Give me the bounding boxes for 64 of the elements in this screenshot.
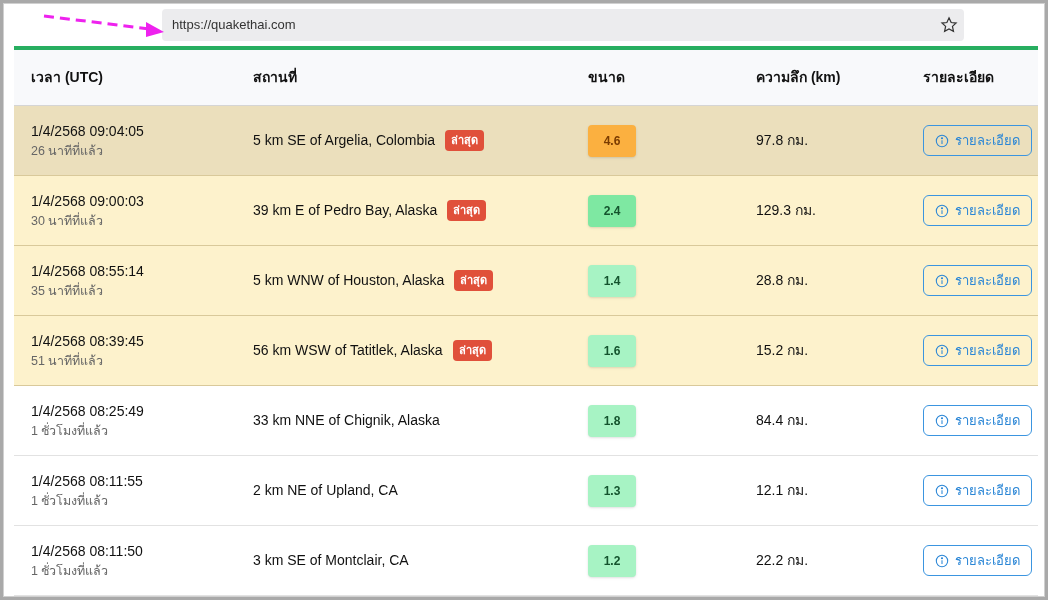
url-text: https://quakethai.com	[172, 16, 296, 35]
table-row[interactable]: 1/4/2568 09:00:03 30 นาทีที่แล้ว 39 km E of Pedro Bay, Alaska ล่าสุด 2.4 129.3 กม. รายละเอียด	[14, 176, 1038, 246]
place-text: 39 km E of Pedro Bay, Alaska	[253, 201, 438, 220]
depth-text: 12.1 กม.	[756, 481, 810, 500]
info-icon	[935, 483, 949, 498]
elapsed-text: 51 นาทีที่แล้ว	[31, 351, 105, 370]
depth-text: 84.4 กม.	[756, 411, 810, 430]
time-text: 1/4/2568 08:11:50	[31, 541, 144, 561]
column-header: รายละเอียด	[923, 68, 995, 88]
elapsed-text: 1 ชั่วโมงที่แล้ว	[31, 421, 110, 440]
column-header: สถานที่	[253, 67, 298, 88]
latest-badge: ล่าสุด	[445, 130, 485, 151]
details-button[interactable]: รายละเอียด	[923, 335, 1032, 366]
details-button[interactable]: รายละเอียด	[923, 195, 1032, 226]
time-text: 1/4/2568 08:11:55	[31, 471, 144, 491]
column-header: เวลา (UTC)	[31, 68, 104, 88]
details-button[interactable]: รายละเอียด	[923, 265, 1032, 296]
info-icon	[935, 133, 949, 148]
column-header: ความลึก (km)	[756, 68, 842, 88]
magnitude-badge: 1.6	[588, 334, 636, 367]
info-icon	[935, 343, 949, 358]
elapsed-text: 26 นาทีที่แล้ว	[31, 141, 105, 160]
address-bar[interactable]: https://quakethai.com	[162, 9, 964, 42]
place-text: 5 km WNW of Houston, Alaska	[253, 271, 445, 290]
elapsed-text: 35 นาทีที่แล้ว	[31, 281, 105, 300]
column-header: ขนาด	[588, 68, 626, 88]
magnitude-badge: 1.2	[588, 544, 636, 577]
table-row[interactable]: 1/4/2568 08:39:45 51 นาทีที่แล้ว 56 km WSW of Tatitlek, Alaska ล่าสุด 1.6 15.2 กม. รายละเอียด	[14, 316, 1038, 386]
table-row[interactable]: 1/4/2568 09:04:05 26 นาทีที่แล้ว 5 km SE of Argelia, Colombia ล่าสุด 4.6 97.8 กม. รายละเอียด	[14, 106, 1038, 176]
time-text: 1/4/2568 08:55:14	[31, 261, 145, 281]
details-button[interactable]: รายละเอียด	[923, 475, 1032, 506]
elapsed-text: 1 ชั่วโมงที่แล้ว	[31, 561, 110, 580]
star-icon[interactable]	[940, 16, 958, 35]
info-icon	[935, 413, 949, 428]
place-text: 56 km WSW of Tatitlek, Alaska	[253, 341, 443, 360]
place-text: 33 km NNE of Chignik, Alaska	[253, 411, 440, 430]
elapsed-text: 1 ชั่วโมงที่แล้ว	[31, 491, 110, 510]
time-text: 1/4/2568 08:39:45	[31, 331, 145, 351]
magnitude-badge: 1.3	[588, 474, 636, 507]
latest-badge: ล่าสุด	[452, 340, 492, 361]
details-button[interactable]: รายละเอียด	[923, 545, 1032, 576]
table-row[interactable]: 1/4/2568 08:55:14 35 นาทีที่แล้ว 5 km WNW of Houston, Alaska ล่าสุด 1.4 28.8 กม. รายละเอียด	[14, 246, 1038, 316]
place-text: 3 km SE of Montclair, CA	[253, 551, 409, 570]
depth-text: 28.8 กม.	[756, 271, 810, 290]
magnitude-badge: 1.4	[588, 264, 636, 297]
details-button[interactable]: รายละเอียด	[923, 405, 1032, 436]
depth-text: 97.8 กม.	[756, 131, 810, 150]
info-icon	[935, 203, 949, 218]
magnitude-badge: 1.8	[588, 404, 636, 437]
time-text: 1/4/2568 09:04:05	[31, 121, 145, 141]
time-text: 1/4/2568 08:25:49	[31, 401, 145, 421]
magnitude-badge: 2.4	[588, 194, 636, 227]
depth-text: 129.3 กม.	[756, 201, 817, 220]
info-icon	[935, 273, 949, 288]
place-text: 2 km NE of Upland, CA	[253, 481, 398, 500]
depth-text: 15.2 กม.	[756, 341, 810, 360]
elapsed-text: 30 นาทีที่แล้ว	[31, 211, 105, 230]
place-text: 5 km SE of Argelia, Colombia	[253, 131, 436, 150]
time-text: 1/4/2568 09:00:03	[31, 191, 145, 211]
latest-badge: ล่าสุด	[447, 200, 487, 221]
magnitude-badge: 4.6	[588, 124, 636, 157]
latest-badge: ล่าสุด	[454, 270, 494, 291]
info-icon	[935, 553, 949, 568]
depth-text: 22.2 กม.	[756, 551, 810, 570]
